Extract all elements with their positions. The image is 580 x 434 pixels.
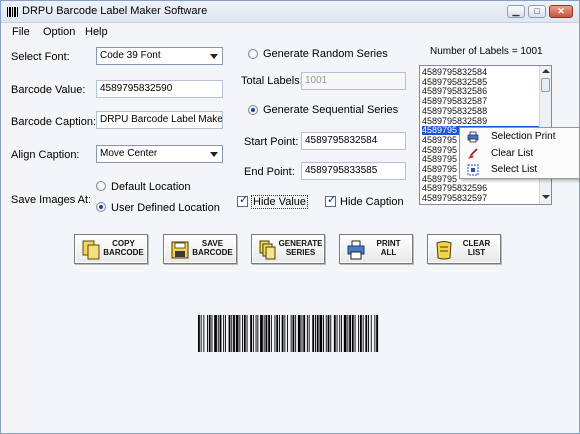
barcode-caption-label: Barcode Caption: bbox=[11, 116, 96, 128]
checkmark-icon: ✓ bbox=[327, 194, 337, 206]
barcode-value-label: Barcode Value: bbox=[11, 84, 86, 96]
hide-caption-label: Hide Caption bbox=[340, 196, 404, 208]
align-caption-label: Align Caption: bbox=[11, 149, 80, 161]
chevron-down-icon bbox=[210, 54, 218, 59]
app-window: DRPU Barcode Label Maker Software ▁ □ ✕ … bbox=[0, 0, 580, 434]
barcode-caption-input[interactable]: DRPU Barcode Label Maker bbox=[96, 111, 223, 129]
list-item[interactable]: 4589795832585 bbox=[422, 77, 540, 87]
context-select-list[interactable]: Select List bbox=[460, 162, 579, 178]
print-all-button[interactable]: PRINT ALL bbox=[339, 234, 413, 264]
sequential-series-label: Generate Sequential Series bbox=[263, 104, 399, 116]
checkmark-icon: ✓ bbox=[239, 194, 249, 206]
generate-series-button[interactable]: GENERATE SERIES bbox=[251, 234, 325, 264]
generate-series-icon bbox=[259, 240, 276, 260]
minimize-button[interactable]: ▁ bbox=[507, 5, 525, 18]
context-selection-print[interactable]: Selection Print bbox=[460, 129, 579, 145]
list-item[interactable]: 4589795832589 bbox=[422, 116, 540, 126]
clear-list-label: CLEAR LIST bbox=[462, 239, 491, 257]
hide-value-label: Hide Value bbox=[251, 195, 308, 209]
title-bar: DRPU Barcode Label Maker Software ▁ □ ✕ bbox=[1, 1, 579, 23]
save-barcode-button[interactable]: SAVE BARCODE bbox=[163, 234, 237, 264]
chevron-down-icon bbox=[210, 152, 218, 157]
barcode-value-input[interactable]: 4589795832590 bbox=[96, 80, 223, 98]
selection-print-label: Selection Print bbox=[491, 131, 556, 142]
clear-list-icon bbox=[436, 241, 452, 260]
print-all-label: PRINT ALL bbox=[376, 239, 401, 257]
clear-list-button[interactable]: CLEAR LIST bbox=[427, 234, 501, 264]
label-count: Number of Labels = 1001 bbox=[430, 46, 543, 57]
start-point-input[interactable]: 4589795832584 bbox=[301, 132, 406, 150]
default-location-radio[interactable] bbox=[96, 181, 106, 191]
list-item[interactable]: 4589795832597 bbox=[422, 194, 540, 203]
end-point-label: End Point: bbox=[244, 166, 295, 178]
list-item[interactable]: 4589795832587 bbox=[422, 97, 540, 106]
menu-option[interactable]: Option bbox=[43, 26, 75, 38]
generate-series-label: GENERATE SERIES bbox=[278, 239, 323, 257]
copy-barcode-label: COPY BARCODE bbox=[103, 239, 144, 257]
end-point-input[interactable]: 4589795833585 bbox=[301, 162, 406, 180]
total-labels-input[interactable]: 1001 bbox=[301, 72, 406, 90]
menu-help[interactable]: Help bbox=[85, 26, 108, 38]
hide-value-checkbox[interactable]: ✓ bbox=[237, 194, 249, 207]
select-list-label: Select List bbox=[491, 164, 538, 175]
menu-bar: File Option Help bbox=[1, 23, 579, 41]
list-item[interactable]: 4589795832588 bbox=[422, 106, 540, 116]
random-series-label: Generate Random Series bbox=[263, 48, 388, 60]
printer-icon bbox=[467, 131, 479, 143]
window-title: DRPU Barcode Label Maker Software bbox=[22, 5, 208, 17]
user-defined-location-radio[interactable] bbox=[96, 202, 106, 212]
copy-icon bbox=[82, 240, 100, 260]
select-font-label: Select Font: bbox=[11, 51, 70, 63]
clear-list-label: Clear List bbox=[491, 148, 534, 159]
save-barcode-label: SAVE BARCODE bbox=[192, 239, 233, 257]
random-series-radio[interactable] bbox=[248, 49, 258, 59]
default-location-label: Default Location bbox=[111, 181, 191, 193]
list-item[interactable]: 4589795832586 bbox=[422, 87, 540, 96]
clear-broom-icon bbox=[468, 148, 478, 159]
list-item[interactable]: 4589795832596 bbox=[422, 184, 540, 193]
list-context-menu: Selection Print Clear List Select List bbox=[459, 127, 580, 179]
maximize-button[interactable]: □ bbox=[528, 5, 546, 18]
font-select-value: Code 39 Font bbox=[100, 50, 161, 61]
save-images-label: Save Images At: bbox=[11, 194, 92, 206]
list-item[interactable]: 4589795832584 bbox=[422, 68, 540, 77]
printer-icon bbox=[347, 240, 365, 260]
barcode-preview bbox=[198, 315, 379, 352]
scroll-thumb[interactable] bbox=[541, 78, 550, 92]
copy-barcode-button[interactable]: COPY BARCODE bbox=[74, 234, 148, 264]
start-point-label: Start Point: bbox=[244, 136, 299, 148]
context-clear-list[interactable]: Clear List bbox=[460, 146, 579, 162]
align-caption-value: Move Center bbox=[100, 148, 158, 159]
user-defined-location-label: User Defined Location bbox=[111, 202, 220, 214]
close-button[interactable]: ✕ bbox=[549, 5, 573, 18]
save-icon bbox=[171, 241, 189, 259]
select-all-icon bbox=[467, 164, 479, 176]
barcode-app-icon bbox=[7, 7, 18, 17]
scroll-up-icon[interactable] bbox=[542, 69, 550, 73]
align-caption-select[interactable]: Move Center bbox=[96, 145, 223, 163]
menu-file[interactable]: File bbox=[12, 26, 30, 38]
font-select[interactable]: Code 39 Font bbox=[96, 47, 223, 65]
hide-caption-checkbox[interactable]: ✓ bbox=[325, 194, 337, 207]
sequential-series-radio[interactable] bbox=[248, 105, 258, 115]
scroll-down-icon[interactable] bbox=[542, 195, 550, 199]
total-labels-label: Total Labels: bbox=[241, 75, 303, 87]
